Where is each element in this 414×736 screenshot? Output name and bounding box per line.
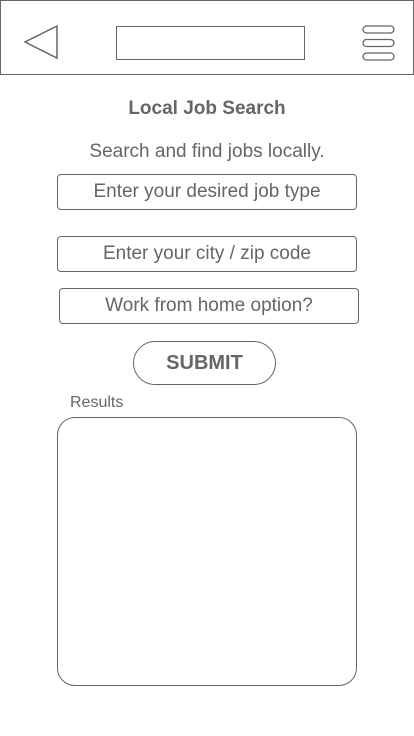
job-type-input[interactable]: [57, 174, 357, 210]
results-panel[interactable]: [57, 417, 357, 686]
page-subtitle: Search and find jobs locally.: [89, 141, 325, 162]
hamburger-menu-icon[interactable]: [362, 25, 396, 61]
work-from-home-input[interactable]: [59, 288, 359, 324]
page-title: Local Job Search: [128, 98, 286, 119]
top-navigation-bar: [0, 0, 414, 75]
results-label: Results: [70, 394, 124, 411]
back-triangle-icon[interactable]: [23, 24, 59, 61]
title-field[interactable]: [116, 26, 305, 60]
submit-button[interactable]: SUBMIT: [133, 341, 276, 385]
city-zip-input[interactable]: [57, 236, 357, 272]
